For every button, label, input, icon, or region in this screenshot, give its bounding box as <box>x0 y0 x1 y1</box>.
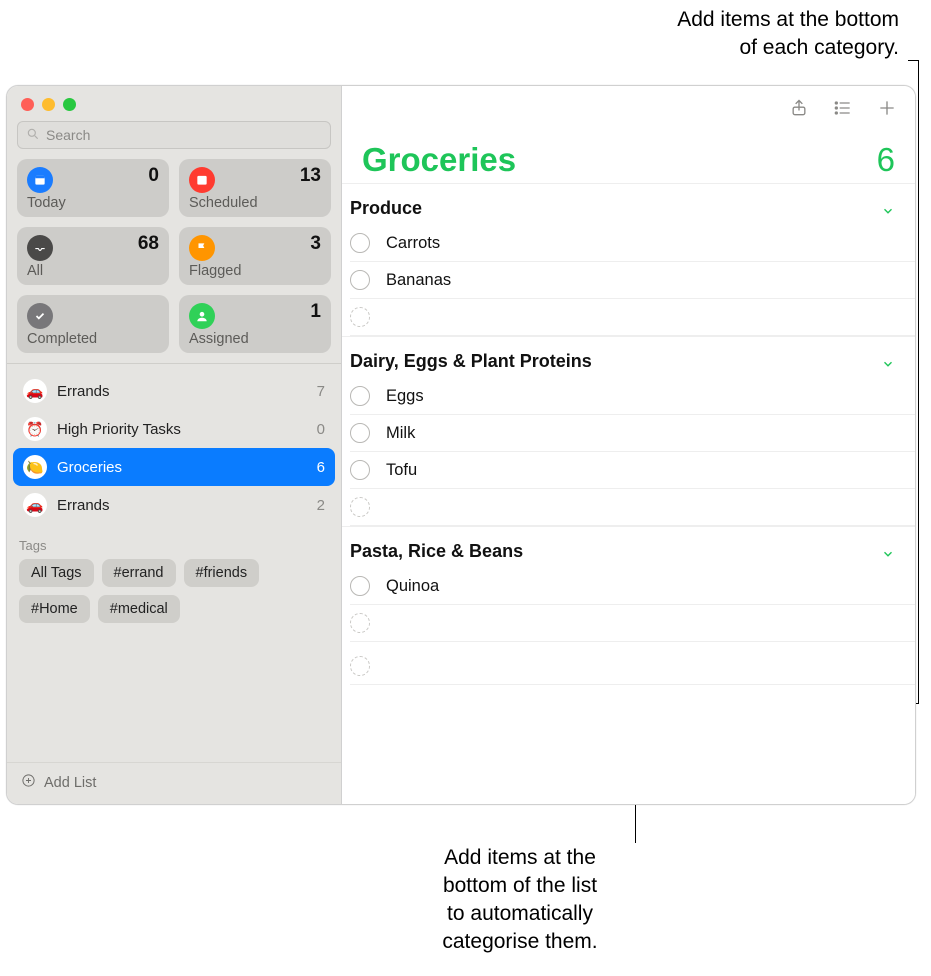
search-icon <box>26 127 40 144</box>
list-emoji-icon: 🚗 <box>23 379 47 403</box>
tag-pill[interactable]: #Home <box>19 595 90 623</box>
minimize-icon[interactable] <box>42 98 55 111</box>
smart-all[interactable]: 68 All <box>17 227 169 285</box>
list-count: 0 <box>317 421 325 438</box>
smart-completed[interactable]: Completed <box>17 295 169 353</box>
reminder-text: Bananas <box>386 271 895 290</box>
reminder-text: Tofu <box>386 461 895 480</box>
annotation-bracket <box>918 60 919 704</box>
new-item-placeholder[interactable] <box>350 605 915 642</box>
sidebar: Search 0 Today 13 Scheduled 68 All 3 <box>7 86 342 804</box>
checkbox-circle[interactable] <box>350 233 370 253</box>
smart-scheduled[interactable]: 13 Scheduled <box>179 159 331 217</box>
add-icon[interactable] <box>877 98 897 123</box>
section-title: Produce <box>350 198 422 219</box>
calendar-grid-icon <box>189 167 215 193</box>
checkbox-circle[interactable] <box>350 423 370 443</box>
list-emoji-icon: ⏰ <box>23 417 47 441</box>
checkmark-icon <box>27 303 53 329</box>
list-emoji-icon: 🍋 <box>23 455 47 479</box>
tray-icon <box>27 235 53 261</box>
reminder-item[interactable]: Bananas <box>350 262 915 299</box>
close-icon[interactable] <box>21 98 34 111</box>
checkbox-circle-dashed[interactable] <box>350 497 370 517</box>
main-pane: Groceries 6 Produce Carrots Bananas <box>342 86 915 804</box>
smart-flagged[interactable]: 3 Flagged <box>179 227 331 285</box>
reminder-text: Quinoa <box>386 577 895 596</box>
checkbox-circle-dashed[interactable] <box>350 613 370 633</box>
search-input[interactable]: Search <box>17 121 331 149</box>
list-row[interactable]: 🚗 Errands 2 <box>13 486 335 524</box>
reminder-text: Eggs <box>386 387 895 406</box>
new-item-uncategorised[interactable] <box>350 648 915 685</box>
page-count: 6 <box>877 141 895 179</box>
reminder-text: Milk <box>386 424 895 443</box>
new-item-placeholder[interactable] <box>350 489 915 526</box>
chevron-down-icon[interactable] <box>881 545 895 559</box>
list-count: 7 <box>317 383 325 400</box>
list-row[interactable]: 🚗 Errands 7 <box>13 372 335 410</box>
add-list-button[interactable]: Add List <box>7 762 341 804</box>
tags-section: Tags All Tags #errand #friends #Home #me… <box>7 530 341 623</box>
list-name: Errands <box>57 497 307 514</box>
checkbox-circle[interactable] <box>350 460 370 480</box>
window-controls <box>7 86 341 117</box>
page-title: Groceries <box>362 141 516 179</box>
app-window: Search 0 Today 13 Scheduled 68 All 3 <box>6 85 916 805</box>
list-count: 6 <box>317 459 325 476</box>
checkbox-circle[interactable] <box>350 576 370 596</box>
smart-lists-grid: 0 Today 13 Scheduled 68 All 3 Flagged <box>7 159 341 363</box>
list-row[interactable]: ⏰ High Priority Tasks 0 <box>13 410 335 448</box>
chevron-down-icon[interactable] <box>881 355 895 369</box>
chevron-down-icon[interactable] <box>881 202 895 216</box>
section-title: Pasta, Rice & Beans <box>350 541 523 562</box>
reminder-item[interactable]: Carrots <box>350 225 915 262</box>
section: Pasta, Rice & Beans Quinoa <box>342 526 915 642</box>
calendar-icon <box>27 167 53 193</box>
checkbox-circle-dashed[interactable] <box>350 656 370 676</box>
zoom-icon[interactable] <box>63 98 76 111</box>
search-placeholder: Search <box>46 127 90 143</box>
annotation-bottom: Add items at the bottom of the list to a… <box>400 844 640 956</box>
smart-today[interactable]: 0 Today <box>17 159 169 217</box>
tag-pill[interactable]: #errand <box>102 559 176 587</box>
tags-header: Tags <box>19 538 329 553</box>
section-title: Dairy, Eggs & Plant Proteins <box>350 351 592 372</box>
list-emoji-icon: 🚗 <box>23 493 47 517</box>
list-row-groceries-selected[interactable]: 🍋 Groceries 6 <box>13 448 335 486</box>
toolbar <box>342 86 915 123</box>
plus-circle-icon <box>21 773 36 792</box>
list-name: Groceries <box>57 459 307 476</box>
smart-assigned[interactable]: 1 Assigned <box>179 295 331 353</box>
section: Dairy, Eggs & Plant Proteins Eggs Milk T… <box>342 336 915 526</box>
list-view-icon[interactable] <box>833 98 853 123</box>
reminder-text: Carrots <box>386 234 895 253</box>
list-name: High Priority Tasks <box>57 421 307 438</box>
checkbox-circle[interactable] <box>350 386 370 406</box>
tag-pill[interactable]: All Tags <box>19 559 94 587</box>
list-name: Errands <box>57 383 307 400</box>
new-item-placeholder[interactable] <box>350 299 915 336</box>
checkbox-circle[interactable] <box>350 270 370 290</box>
reminder-item[interactable]: Eggs <box>350 378 915 415</box>
my-lists: 🚗 Errands 7 ⏰ High Priority Tasks 0 🍋 Gr… <box>7 364 341 530</box>
list-count: 2 <box>317 497 325 514</box>
annotation-top: Add items at the bottom of each category… <box>677 6 899 62</box>
tag-pill[interactable]: #medical <box>98 595 180 623</box>
tag-pill[interactable]: #friends <box>184 559 260 587</box>
reminder-item[interactable]: Milk <box>350 415 915 452</box>
reminder-item[interactable]: Quinoa <box>350 568 915 605</box>
reminder-item[interactable]: Tofu <box>350 452 915 489</box>
section: Produce Carrots Bananas <box>342 183 915 336</box>
flag-icon <box>189 235 215 261</box>
share-icon[interactable] <box>789 98 809 123</box>
checkbox-circle-dashed[interactable] <box>350 307 370 327</box>
person-icon <box>189 303 215 329</box>
add-list-label: Add List <box>44 775 96 791</box>
